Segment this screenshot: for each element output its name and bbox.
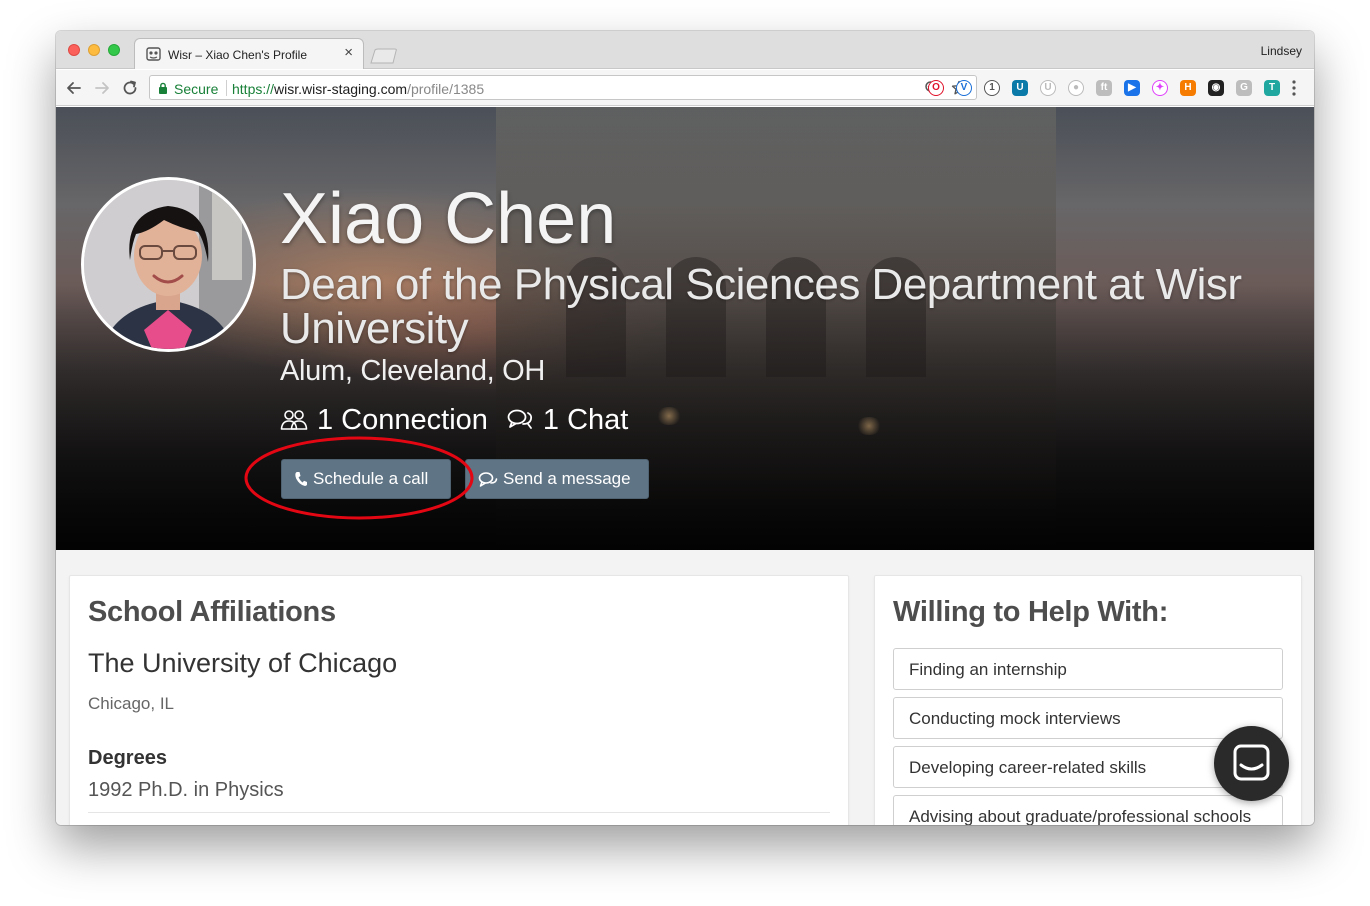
help-title: Willing to Help With: bbox=[893, 596, 1169, 628]
profile-avatar bbox=[81, 177, 256, 352]
minimize-window-button[interactable] bbox=[88, 44, 100, 56]
browser-profile-name[interactable]: Lindsey bbox=[1261, 44, 1302, 58]
zoom-window-button[interactable] bbox=[108, 44, 120, 56]
chats-count[interactable]: 1 Chat bbox=[543, 404, 628, 437]
hubspot-extension[interactable]: H bbox=[1180, 80, 1196, 96]
profile-hero: Xiao Chen Dean of the Physical Sciences … bbox=[56, 107, 1314, 550]
wisr-favicon-icon bbox=[146, 47, 161, 61]
profile-content: School Affiliations The University of Ch… bbox=[56, 550, 1314, 825]
grammarly-extension[interactable]: G bbox=[1236, 80, 1252, 96]
tab-extension[interactable]: T bbox=[1264, 80, 1280, 96]
school-name[interactable]: The University of Chicago bbox=[88, 648, 397, 679]
ublock-extension[interactable]: U bbox=[1012, 80, 1028, 96]
disabled-extension-3[interactable]: ft bbox=[1096, 80, 1112, 96]
browser-toolbar: Secure https://wisr.wisr-staging.com/pro… bbox=[56, 70, 1314, 106]
lock-icon bbox=[159, 82, 167, 94]
disabled-extension-1[interactable]: U bbox=[1040, 80, 1056, 96]
tab-profile[interactable]: Wisr – Xiao Chen's Profile × bbox=[134, 38, 364, 69]
address-bar[interactable]: Secure https://wisr.wisr-staging.com/pro… bbox=[149, 75, 977, 100]
camera-extension[interactable]: ◉ bbox=[1208, 80, 1224, 96]
url-path: /profile/1385 bbox=[407, 81, 485, 97]
url-text[interactable]: https://wisr.wisr-staging.com/profile/13… bbox=[232, 81, 484, 97]
menu-icon[interactable] bbox=[1289, 79, 1299, 97]
tab-close-icon[interactable]: × bbox=[344, 45, 353, 61]
tab-title: Wisr – Xiao Chen's Profile bbox=[168, 48, 308, 62]
affiliations-title: School Affiliations bbox=[88, 596, 336, 628]
color-wheel-extension[interactable]: ✦ bbox=[1152, 80, 1168, 96]
send-message-button[interactable]: Send a message bbox=[465, 459, 649, 499]
connections-icon bbox=[280, 410, 308, 430]
chat-launcher-button[interactable] bbox=[1214, 726, 1289, 801]
one-password-extension[interactable]: 1 bbox=[984, 80, 1000, 96]
school-affiliations-card: School Affiliations The University of Ch… bbox=[69, 575, 849, 825]
profile-location: Alum, Cleveland, OH bbox=[280, 355, 546, 387]
degrees-heading: Degrees bbox=[88, 747, 167, 769]
disabled-extension-2[interactable]: ● bbox=[1068, 80, 1084, 96]
profile-name: Xiao Chen bbox=[280, 179, 617, 259]
chat-icon bbox=[507, 409, 532, 429]
tab-strip: Wisr – Xiao Chen's Profile × Lindsey bbox=[56, 31, 1314, 69]
school-city: Chicago, IL bbox=[88, 694, 174, 713]
degree-entry: 1992 Ph.D. in Physics bbox=[88, 779, 284, 801]
avatar-photo-icon bbox=[84, 180, 253, 349]
url-scheme: https:// bbox=[232, 81, 275, 97]
url-host: wisr.wisr-staging.com bbox=[274, 81, 408, 97]
close-window-button[interactable] bbox=[68, 44, 80, 56]
opera-extension[interactable]: O bbox=[928, 80, 944, 96]
profile-headline: Dean of the Physical Sciences Department… bbox=[280, 260, 1242, 353]
vimeo-extension[interactable]: V bbox=[956, 80, 972, 96]
annotation-circle bbox=[244, 436, 474, 520]
url-separator bbox=[226, 80, 227, 96]
connections-count[interactable]: 1 Connection bbox=[317, 404, 488, 437]
browser-window: Wisr – Xiao Chen's Profile × Lindsey Sec… bbox=[56, 31, 1314, 825]
new-tab-button[interactable] bbox=[367, 48, 400, 64]
chat-launcher-icon bbox=[1233, 744, 1270, 781]
reload-icon[interactable] bbox=[120, 78, 140, 98]
back-icon[interactable] bbox=[64, 78, 84, 98]
profile-stats: 1 Connection 1 Chat bbox=[280, 402, 628, 438]
card-divider bbox=[88, 812, 830, 813]
help-item[interactable]: Finding an internship bbox=[893, 648, 1283, 690]
arrow-extension[interactable]: ▶ bbox=[1124, 80, 1140, 96]
secure-label: Secure bbox=[174, 81, 219, 97]
message-icon bbox=[478, 471, 498, 487]
send-message-label: Send a message bbox=[503, 469, 631, 488]
forward-icon[interactable] bbox=[92, 78, 112, 98]
